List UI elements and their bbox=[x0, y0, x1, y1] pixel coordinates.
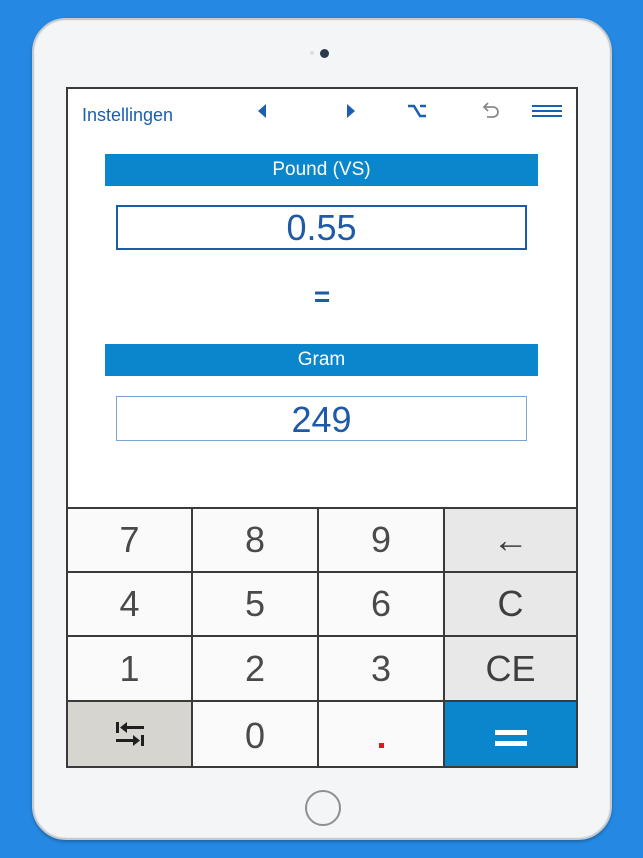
clear-key[interactable]: C bbox=[445, 573, 576, 637]
key-7[interactable]: 7 bbox=[68, 509, 193, 573]
equals-key[interactable] bbox=[445, 702, 576, 766]
key-6[interactable]: 6 bbox=[319, 573, 445, 637]
from-value-field[interactable]: 0.55 bbox=[116, 205, 527, 250]
menu-icon[interactable] bbox=[532, 99, 562, 123]
key-1[interactable]: 1 bbox=[68, 637, 193, 702]
front-camera bbox=[320, 49, 329, 58]
key-2[interactable]: 2 bbox=[193, 637, 319, 702]
decimal-point-icon bbox=[378, 742, 384, 748]
key-0[interactable]: 0 bbox=[193, 702, 319, 766]
undo-icon[interactable] bbox=[480, 99, 502, 123]
key-4[interactable]: 4 bbox=[68, 573, 193, 637]
to-unit-selector[interactable]: Gram bbox=[105, 344, 538, 376]
settings-link[interactable]: Instellingen bbox=[82, 105, 173, 126]
next-triangle-icon[interactable] bbox=[343, 99, 359, 123]
key-5[interactable]: 5 bbox=[193, 573, 319, 637]
key-8[interactable]: 8 bbox=[193, 509, 319, 573]
option-key-icon[interactable] bbox=[406, 99, 428, 123]
key-3[interactable]: 3 bbox=[319, 637, 445, 702]
toolbar: Instellingen bbox=[68, 89, 576, 133]
decimal-key[interactable] bbox=[319, 702, 445, 766]
swap-units-key[interactable] bbox=[68, 702, 193, 766]
keypad: 7 8 9 ← 4 5 6 C 1 2 3 CE 0 bbox=[68, 507, 576, 766]
clear-entry-key[interactable]: CE bbox=[445, 637, 576, 702]
backspace-key[interactable]: ← bbox=[445, 509, 576, 573]
equals-label: = bbox=[313, 281, 331, 312]
key-9[interactable]: 9 bbox=[319, 509, 445, 573]
equals-icon bbox=[494, 715, 527, 757]
app-screen: Instellingen Pound (VS) 0.55 = Gram 249 … bbox=[66, 87, 578, 768]
home-button[interactable] bbox=[305, 790, 341, 826]
sensor-dot bbox=[310, 51, 314, 55]
swap-arrows-icon bbox=[114, 715, 146, 757]
from-unit-selector[interactable]: Pound (VS) bbox=[105, 154, 538, 186]
to-value-field: 249 bbox=[116, 396, 527, 441]
prev-triangle-icon[interactable] bbox=[254, 99, 270, 123]
